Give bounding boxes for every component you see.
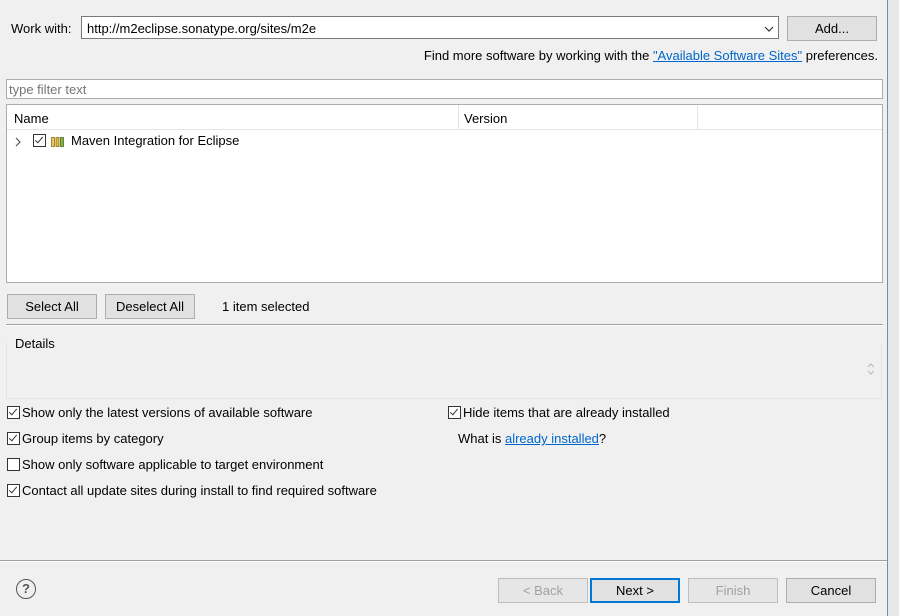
find-more-prefix: Find more software by working with the: [423, 48, 653, 63]
chevron-down-icon[interactable]: [764, 22, 774, 32]
find-more-text: Find more software by working with the "…: [424, 48, 878, 63]
feature-group-icon: [51, 135, 65, 147]
group-by-category-label: Group items by category: [22, 431, 164, 446]
work-with-combo[interactable]: http://m2eclipse.sonatype.org/sites/m2e: [81, 16, 779, 39]
help-icon[interactable]: ?: [16, 579, 36, 599]
expand-chevron-icon[interactable]: [14, 135, 22, 147]
software-table[interactable]: Name Version Maven Integration for Eclip…: [6, 104, 883, 283]
find-more-suffix: preferences.: [802, 48, 878, 63]
what-is-installed-text: What is already installed?: [458, 431, 606, 446]
latest-versions-checkbox[interactable]: [7, 406, 20, 419]
selection-status: 1 item selected: [222, 299, 310, 314]
target-environment-checkbox[interactable]: [7, 458, 20, 471]
what-is-prefix: What is: [458, 431, 505, 446]
contact-update-sites-checkbox[interactable]: [7, 484, 20, 497]
cancel-button[interactable]: Cancel: [786, 578, 876, 603]
details-separator: [6, 324, 883, 326]
deselect-all-button[interactable]: Deselect All: [105, 294, 195, 319]
target-environment-label: Show only software applicable to target …: [22, 457, 324, 472]
column-separator[interactable]: [458, 105, 459, 129]
background-window-strip: [888, 0, 899, 616]
details-area: [6, 343, 882, 399]
row-checkbox[interactable]: [33, 134, 46, 147]
contact-update-sites-label: Contact all update sites during install …: [22, 483, 377, 498]
row-name: Maven Integration for Eclipse: [71, 133, 240, 148]
select-all-button[interactable]: Select All: [7, 294, 97, 319]
finish-button[interactable]: Finish: [688, 578, 778, 603]
already-installed-link[interactable]: already installed: [505, 431, 599, 446]
scroll-arrows-icon[interactable]: [867, 361, 875, 377]
table-header: Name Version: [7, 105, 882, 130]
add-site-button[interactable]: Add...: [787, 16, 877, 41]
work-with-value: http://m2eclipse.sonatype.org/sites/m2e: [87, 21, 317, 36]
table-row[interactable]: Maven Integration for Eclipse: [7, 131, 882, 151]
group-by-category-checkbox[interactable]: [7, 432, 20, 445]
available-software-sites-link[interactable]: "Available Software Sites": [653, 48, 802, 63]
back-button[interactable]: < Back: [498, 578, 588, 603]
hide-installed-checkbox[interactable]: [448, 406, 461, 419]
column-separator[interactable]: [697, 105, 698, 129]
latest-versions-label: Show only the latest versions of availab…: [22, 405, 313, 420]
filter-input[interactable]: [6, 79, 883, 99]
hide-installed-label: Hide items that are already installed: [463, 405, 670, 420]
what-is-suffix: ?: [598, 431, 607, 446]
footer-separator: [0, 560, 887, 562]
column-header-name[interactable]: Name: [14, 111, 49, 126]
next-button[interactable]: Next >: [590, 578, 680, 603]
column-header-version[interactable]: Version: [464, 111, 507, 126]
work-with-label: Work with:: [11, 21, 72, 36]
